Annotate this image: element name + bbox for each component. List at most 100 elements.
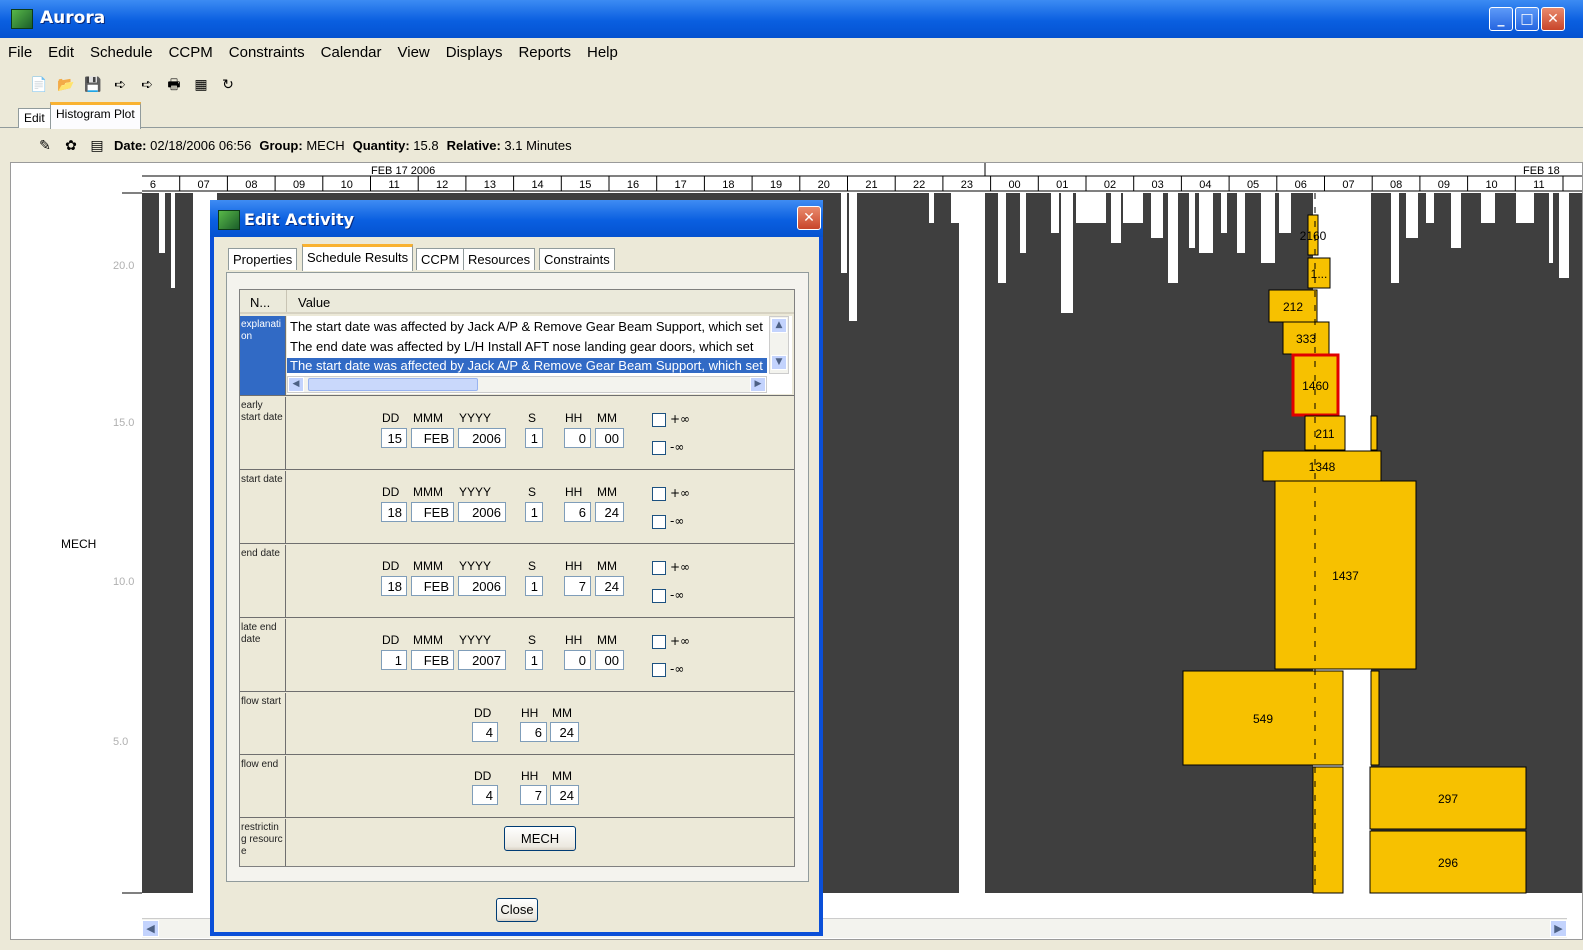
start-minus-inf-checkbox[interactable] (652, 515, 666, 529)
flow-end-dd-field[interactable]: 4 (472, 785, 498, 805)
close-window-button[interactable]: ✕ (1541, 7, 1565, 31)
histogram-gap (929, 193, 934, 223)
activity-bar[interactable] (1370, 415, 1378, 451)
menu-reports[interactable]: Reports (510, 40, 579, 66)
flow-start-hh-field[interactable]: 6 (520, 722, 547, 742)
start-mmm-field[interactable]: FEB (411, 502, 454, 522)
early-start-yyyy-field[interactable]: 2006 (458, 428, 506, 448)
end-plus-inf-checkbox[interactable] (652, 561, 666, 575)
menu-help[interactable]: Help (579, 40, 626, 66)
late-end-dd-field[interactable]: 1 (381, 650, 407, 670)
start-yyyy-field[interactable]: 2006 (458, 502, 506, 522)
flow-start-mm-field[interactable]: 24 (550, 722, 579, 742)
scroll-left-icon[interactable]: ◀ (142, 920, 159, 937)
start-plus-inf-checkbox[interactable] (652, 487, 666, 501)
color-wheel-icon[interactable]: ✿ (62, 136, 80, 154)
menu-schedule[interactable]: Schedule (82, 40, 161, 66)
start-hh-field[interactable]: 6 (564, 502, 591, 522)
new-document-icon[interactable]: 📄 (30, 76, 48, 94)
hour-label: 11 (388, 179, 399, 191)
group-info: Group: MECH (259, 138, 344, 153)
menu-view[interactable]: View (390, 40, 438, 66)
end-dd-field[interactable]: 18 (381, 576, 407, 596)
close-button[interactable]: Close (496, 898, 538, 922)
end-mmm-field[interactable]: FEB (411, 576, 454, 596)
explanation-scroll-right-icon[interactable]: ▶ (750, 377, 766, 392)
end-s-field[interactable]: 1 (525, 576, 543, 596)
early-start-mm-field[interactable]: 00 (595, 428, 624, 448)
menu-constraints[interactable]: Constraints (221, 40, 313, 66)
dialog-close-icon[interactable]: ✕ (797, 206, 821, 230)
open-folder-icon[interactable]: 📂 (57, 76, 75, 94)
report-icon[interactable]: ▦ (192, 76, 210, 94)
tab-edit[interactable]: Edit (18, 108, 51, 128)
activity-bar[interactable] (1312, 766, 1344, 894)
early-start-plus-inf-checkbox[interactable] (652, 413, 666, 427)
mmm-label: MMM (413, 411, 443, 425)
maximize-button[interactable]: □ (1515, 7, 1539, 31)
import-icon[interactable]: ➪ (138, 76, 156, 94)
end-mm-field[interactable]: 24 (595, 576, 624, 596)
explanation-line[interactable]: The start date was affected by Jack A/P … (290, 319, 763, 334)
explanation-scroll-thumb[interactable] (308, 378, 478, 391)
menu-ccpm[interactable]: CCPM (161, 40, 221, 66)
start-s-field[interactable]: 1 (525, 502, 543, 522)
late-end-hh-field[interactable]: 0 (564, 650, 591, 670)
histogram-block (985, 193, 1313, 893)
activity-label: 212 (1283, 300, 1303, 314)
end-hh-field[interactable]: 7 (564, 576, 591, 596)
late-end-mmm-field[interactable]: FEB (411, 650, 454, 670)
explanation-list[interactable]: The start date was affected by Jack A/P … (287, 316, 792, 394)
hour-label: 14 (531, 179, 543, 191)
end-minus-inf-checkbox[interactable] (652, 589, 666, 603)
tab-resources[interactable]: Resources (463, 248, 536, 270)
tab-schedule-results[interactable]: Schedule Results (302, 244, 414, 271)
menu-displays[interactable]: Displays (438, 40, 511, 66)
dialog-app-icon (218, 210, 240, 230)
flow-end-hh-field[interactable]: 7 (520, 785, 547, 805)
tab-properties[interactable]: Properties (228, 248, 298, 270)
start-dd-field[interactable]: 18 (381, 502, 407, 522)
column-value-header[interactable]: Value (298, 295, 330, 310)
tab-ccpm[interactable]: CCPM (416, 248, 465, 270)
explanation-scroll-left-icon[interactable]: ◀ (288, 377, 304, 392)
flow-start-dd-field[interactable]: 4 (472, 722, 498, 742)
end-yyyy-field[interactable]: 2006 (458, 576, 506, 596)
export-icon[interactable]: ➪ (111, 76, 129, 94)
explanation-row[interactable]: explanation The start date was affected … (240, 316, 794, 396)
menu-edit[interactable]: Edit (40, 40, 82, 66)
minimize-button[interactable]: _ (1489, 7, 1513, 31)
tab-histogram-plot[interactable]: Histogram Plot (50, 102, 141, 129)
explanation-scroll-down-icon[interactable]: ▼ (771, 355, 787, 370)
save-icon[interactable]: 💾 (84, 76, 102, 94)
late-end-mm-field[interactable]: 00 (595, 650, 624, 670)
flow-end-mm-field[interactable]: 24 (550, 785, 579, 805)
explanation-scroll-up-icon[interactable]: ▲ (771, 318, 787, 333)
start-mm-field[interactable]: 24 (595, 502, 624, 522)
early-start-dd-field[interactable]: 15 (381, 428, 407, 448)
edit-note-icon[interactable]: ✎ (36, 136, 54, 154)
late-end-s-field[interactable]: 1 (525, 650, 543, 670)
column-name-header[interactable]: N... (250, 295, 270, 310)
early-start-minus-inf-checkbox[interactable] (652, 441, 666, 455)
print-icon[interactable]: 🖶 (165, 76, 183, 94)
explanation-vscroll[interactable]: ▲ ▼ (769, 316, 789, 374)
y-tick-label: 20.0 (113, 260, 134, 272)
scroll-right-icon[interactable]: ▶ (1550, 920, 1567, 937)
activity-bar[interactable] (1370, 670, 1380, 766)
schedule-icon[interactable]: ↻ (219, 76, 237, 94)
late-end-yyyy-field[interactable]: 2007 (458, 650, 506, 670)
document-icon[interactable]: ▤ (88, 136, 106, 154)
explanation-line-selected[interactable]: The start date was affected by Jack A/P … (287, 358, 767, 373)
late-end-plus-inf-checkbox[interactable] (652, 635, 666, 649)
late-end-minus-inf-checkbox[interactable] (652, 663, 666, 677)
early-start-s-field[interactable]: 1 (525, 428, 543, 448)
explanation-hscroll[interactable]: ◀ ▶ (287, 376, 767, 393)
early-start-hh-field[interactable]: 0 (564, 428, 591, 448)
restricting-resource-button[interactable]: MECH (504, 826, 576, 851)
early-start-mmm-field[interactable]: FEB (411, 428, 454, 448)
menu-calendar[interactable]: Calendar (313, 40, 390, 66)
menu-file[interactable]: File (0, 40, 40, 66)
tab-constraints[interactable]: Constraints (539, 248, 615, 270)
explanation-line[interactable]: The end date was affected by L/H Install… (290, 339, 753, 354)
